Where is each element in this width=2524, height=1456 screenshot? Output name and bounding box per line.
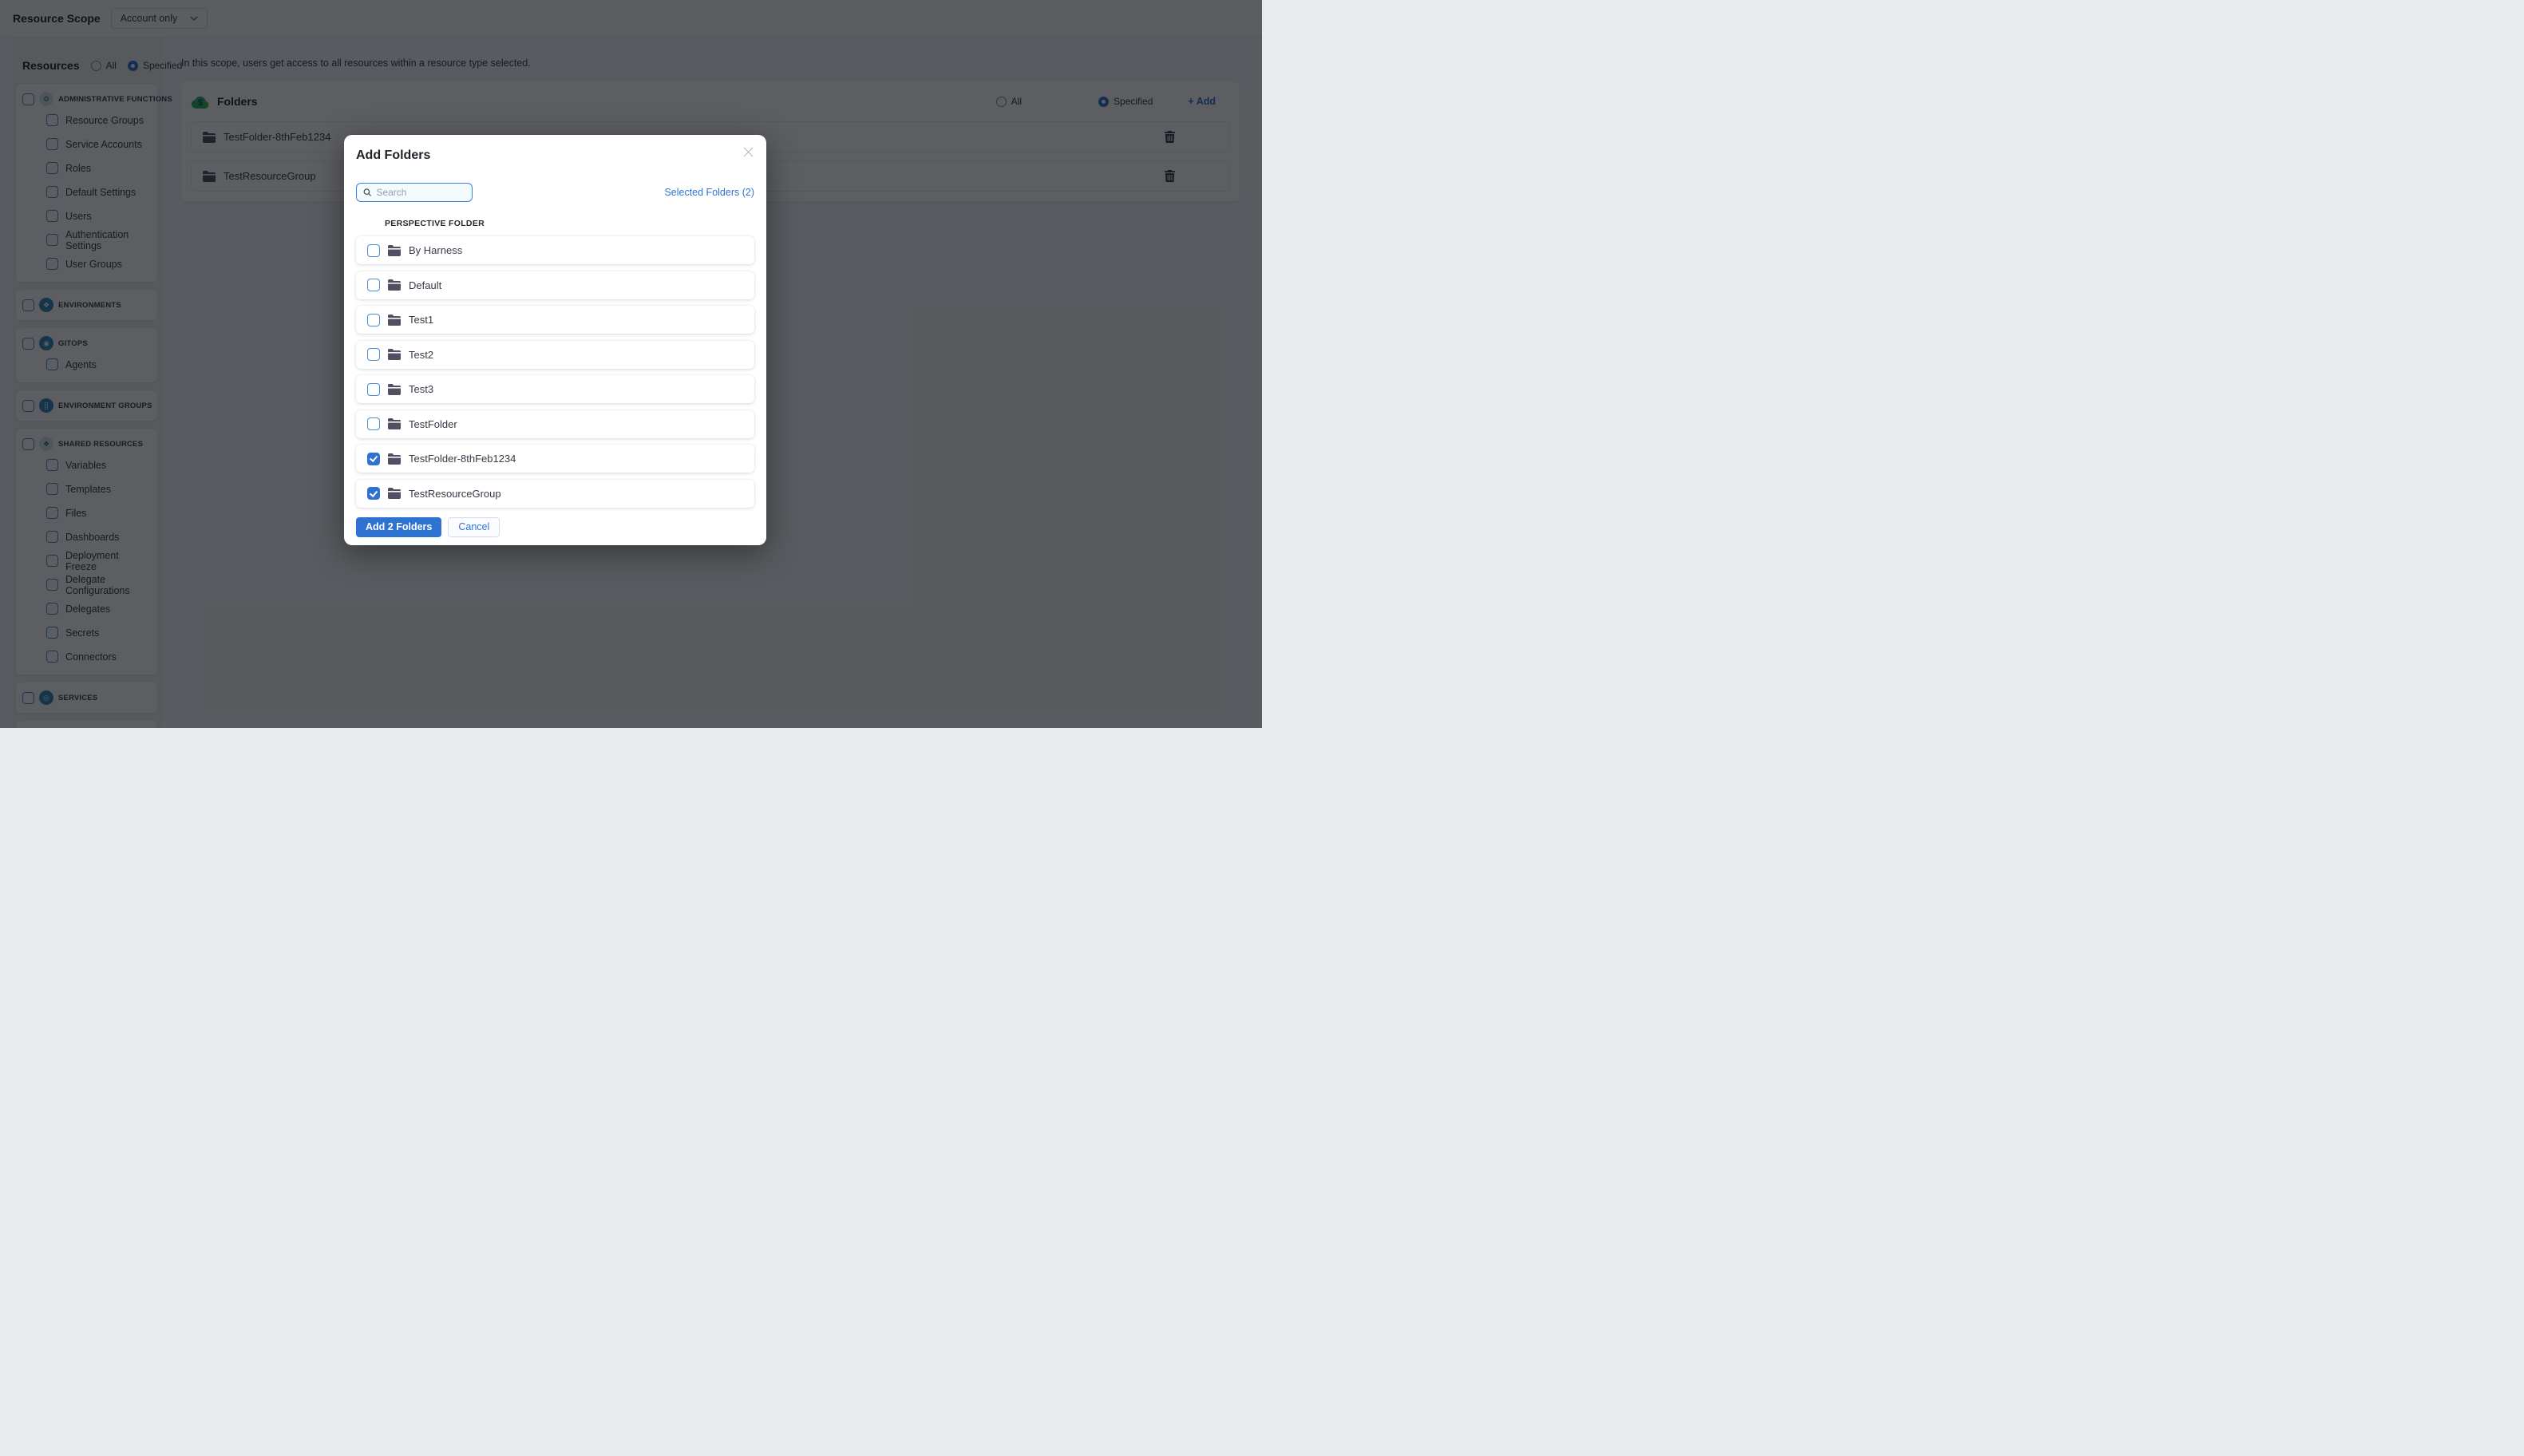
folder-option-row[interactable]: TestFolder-8thFeb1234 — [356, 445, 754, 473]
folder-option-label: TestFolder — [409, 417, 457, 430]
folder-icon — [388, 453, 401, 465]
folder-option-row[interactable]: Test3 — [356, 375, 754, 403]
folder-option-label: Test1 — [409, 314, 434, 326]
folder-option-label: Default — [409, 279, 442, 291]
folder-checkbox[interactable] — [367, 313, 380, 326]
selected-folders-link[interactable]: Selected Folders (2) — [664, 187, 754, 198]
folder-option-row[interactable]: TestResourceGroup — [356, 479, 754, 508]
folder-option-label: TestFolder-8thFeb1234 — [409, 453, 516, 465]
search-box — [356, 183, 473, 202]
folder-checkbox[interactable] — [367, 417, 380, 430]
modal-title: Add Folders — [356, 148, 431, 162]
column-header: PERSPECTIVE FOLDER — [385, 219, 485, 228]
folder-icon — [388, 279, 401, 291]
folder-option-row[interactable]: Test2 — [356, 340, 754, 369]
folder-checkbox[interactable] — [367, 279, 380, 291]
folder-icon — [388, 418, 401, 429]
folder-option-label: TestResourceGroup — [409, 487, 501, 500]
cancel-button[interactable]: Cancel — [448, 516, 500, 537]
close-button[interactable] — [742, 145, 754, 158]
folder-checkbox[interactable] — [367, 382, 380, 396]
folder-checkbox[interactable] — [367, 348, 380, 361]
folder-icon — [388, 244, 401, 256]
folder-option-row[interactable]: Default — [356, 271, 754, 299]
folder-option-label: Test2 — [409, 348, 434, 361]
folder-option-row[interactable]: Test1 — [356, 306, 754, 334]
close-icon — [743, 147, 753, 156]
add-folders-modal: Add Folders Selected Folders (2) PERSPEC… — [344, 135, 766, 545]
folder-option-label: Test3 — [409, 383, 434, 395]
modal-actions: Add 2 Folders Cancel — [356, 516, 754, 537]
folder-icon — [388, 314, 401, 326]
page: Resource Scope Account only Resources Al… — [0, 0, 1262, 728]
modal-search-row: Selected Folders (2) — [356, 183, 754, 202]
folder-checkbox[interactable] — [367, 487, 380, 500]
folder-icon — [388, 349, 401, 360]
folder-option-label: By Harness — [409, 244, 463, 256]
folder-option-row[interactable]: TestFolder — [356, 410, 754, 438]
folder-icon — [388, 488, 401, 499]
search-icon — [363, 188, 371, 196]
search-input[interactable] — [376, 187, 465, 198]
folder-checkbox[interactable] — [367, 452, 380, 465]
folder-checkbox[interactable] — [367, 243, 380, 257]
add-folders-button[interactable]: Add 2 Folders — [356, 516, 442, 537]
folder-icon — [388, 383, 401, 395]
folder-option-row[interactable]: By Harness — [356, 236, 754, 264]
